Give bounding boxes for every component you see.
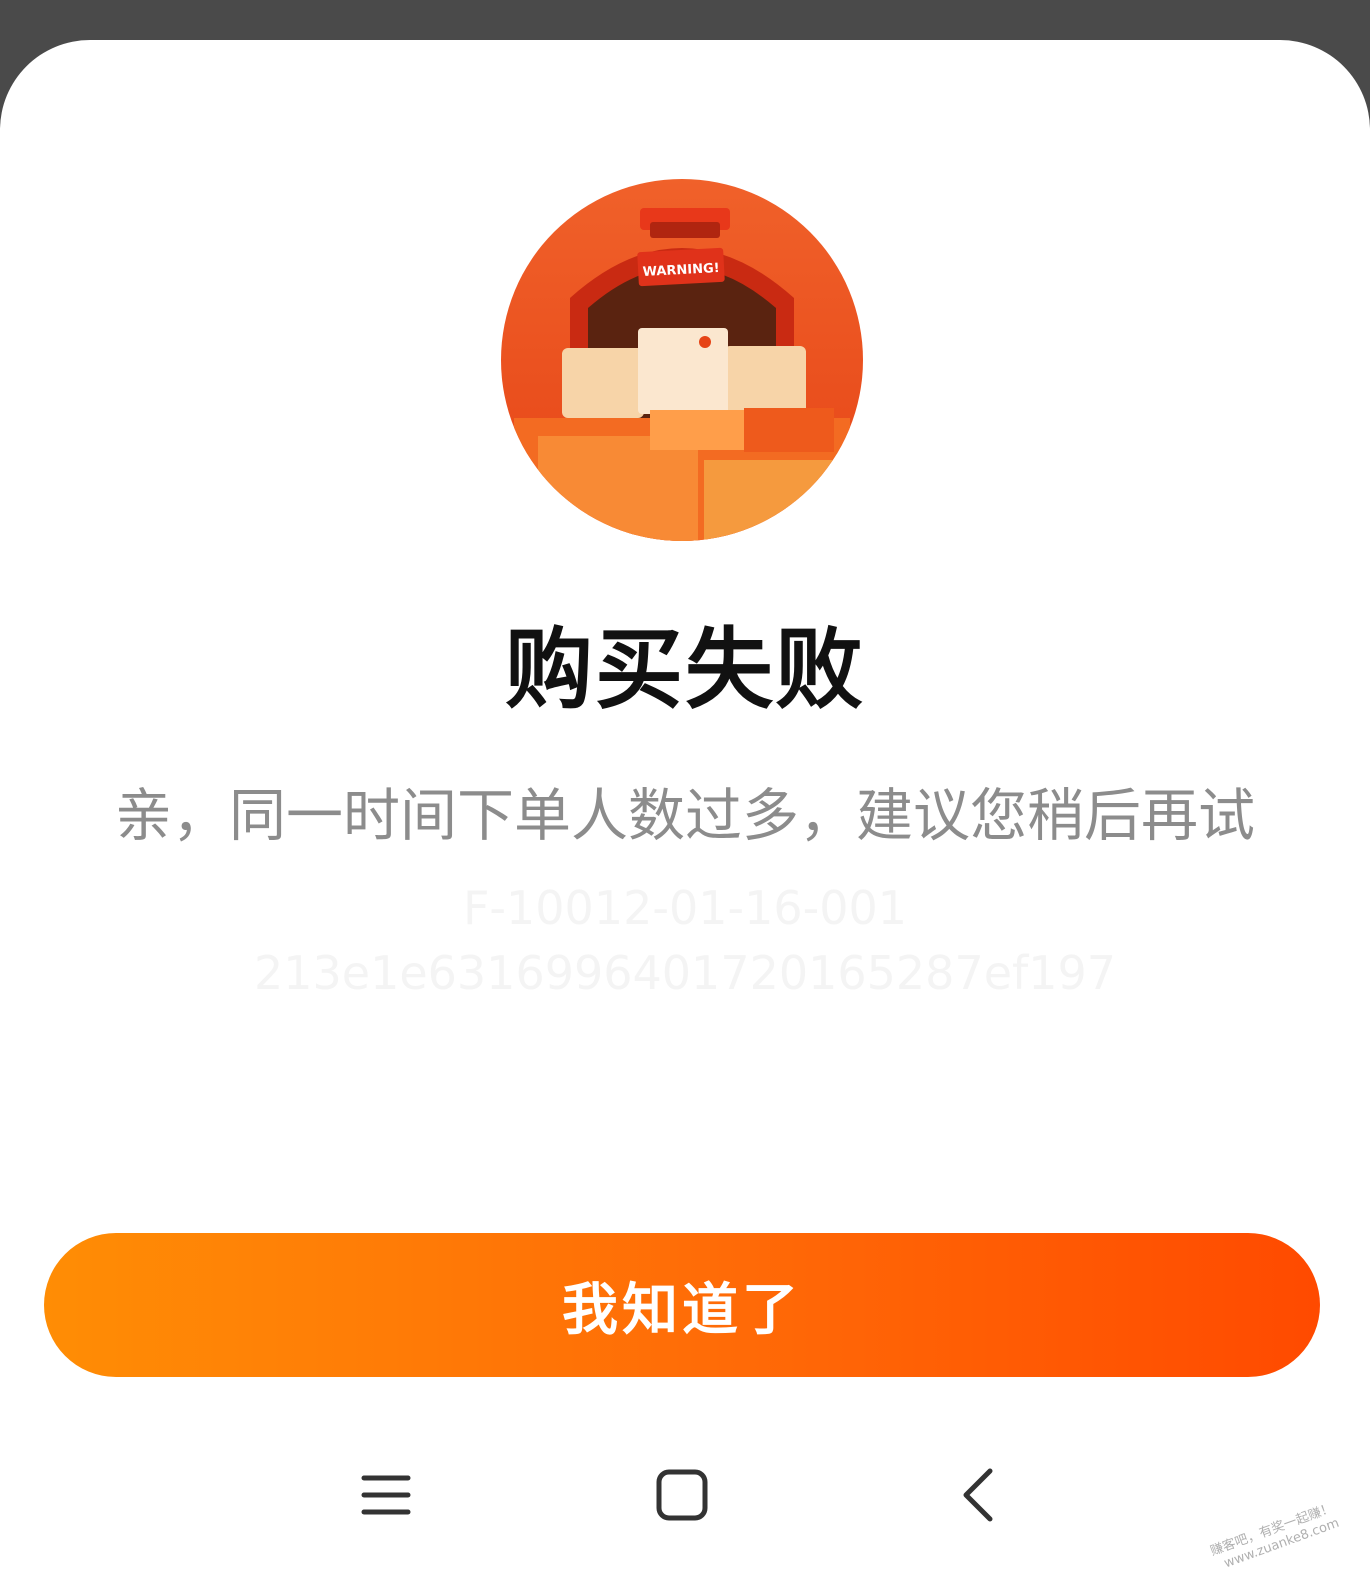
square-home-icon: [656, 1469, 708, 1521]
error-code-line-2: 213e1e6316996401720165287ef197: [253, 946, 1117, 1000]
confirm-button[interactable]: 我知道了: [44, 1233, 1320, 1377]
dialog-message: 亲，同一时间下单人数过多，建议您稍后再试: [115, 783, 1255, 849]
dialog-sheet: WARNING! 购买失败 亲，同一时间下单人数过多，建议您稍后再试 F-100…: [0, 40, 1370, 1576]
menu-lines-icon: [361, 1475, 411, 1515]
warning-truck-image: WARNING!: [501, 179, 863, 541]
dialog-title: 购买失败: [504, 618, 865, 721]
back-button[interactable]: [933, 1450, 1023, 1540]
chevron-left-icon: [963, 1468, 993, 1522]
warning-illustration: WARNING!: [500, 178, 864, 542]
home-button[interactable]: [637, 1450, 727, 1540]
system-navigation-bar: [0, 1420, 1370, 1576]
recent-apps-button[interactable]: [341, 1450, 431, 1540]
error-code-line-1: F-10012-01-16-001: [462, 881, 908, 935]
